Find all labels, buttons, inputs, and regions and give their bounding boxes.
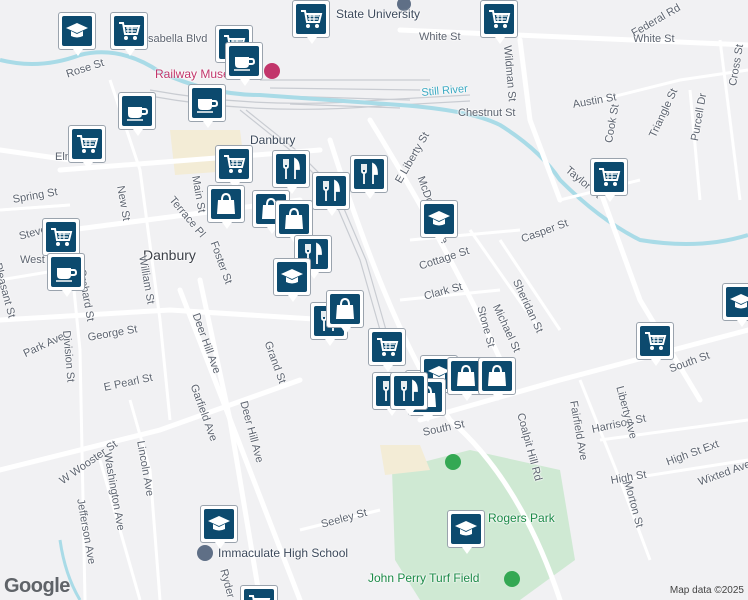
grocery-marker[interactable] bbox=[292, 0, 330, 44]
school-marker[interactable] bbox=[447, 510, 485, 554]
shopping-marker[interactable] bbox=[275, 200, 313, 244]
shopping-marker[interactable] bbox=[326, 290, 364, 334]
restaurant-icon bbox=[394, 376, 424, 406]
street-label: Chestnut St bbox=[458, 107, 516, 119]
grocery-marker[interactable] bbox=[590, 158, 628, 202]
shopping-icon bbox=[211, 189, 241, 219]
grocery-icon bbox=[244, 589, 274, 600]
cafe-marker[interactable] bbox=[225, 42, 263, 86]
shopping-icon bbox=[330, 294, 360, 324]
grocery-marker[interactable] bbox=[110, 12, 148, 56]
shopping-icon bbox=[279, 204, 309, 234]
map-attribution[interactable]: Map data ©2025 bbox=[670, 585, 744, 596]
shopping-marker[interactable] bbox=[207, 185, 245, 229]
school-icon bbox=[62, 16, 92, 46]
restaurant-icon bbox=[316, 176, 346, 206]
shopping-icon bbox=[482, 361, 512, 391]
grocery-icon bbox=[72, 129, 102, 159]
grocery-icon bbox=[484, 4, 514, 34]
school-icon bbox=[726, 287, 748, 317]
restaurant-marker[interactable] bbox=[350, 155, 388, 199]
school-icon bbox=[451, 514, 481, 544]
cafe-marker[interactable] bbox=[47, 253, 85, 297]
shopping-marker[interactable] bbox=[478, 357, 516, 401]
school-icon bbox=[424, 204, 454, 234]
cafe-icon bbox=[51, 257, 81, 287]
field-label: John Perry Turf Field bbox=[368, 571, 480, 585]
field-pin-icon bbox=[504, 571, 520, 587]
still-river bbox=[0, 50, 748, 246]
school-icon bbox=[277, 262, 307, 292]
restaurant-icon bbox=[276, 154, 306, 184]
grocery-marker[interactable] bbox=[368, 328, 406, 372]
university-label: State University bbox=[336, 7, 421, 21]
street-label: Isabella Blvd bbox=[145, 33, 208, 45]
grocery-icon bbox=[372, 332, 402, 362]
grocery-marker[interactable] bbox=[68, 125, 106, 169]
restaurant-icon bbox=[354, 159, 384, 189]
park-tree-icon bbox=[445, 454, 461, 470]
school-marker[interactable] bbox=[420, 200, 458, 244]
restaurant-marker[interactable] bbox=[312, 172, 350, 216]
school-marker[interactable] bbox=[200, 505, 238, 549]
cafe-marker[interactable] bbox=[118, 92, 156, 136]
city-label: Danbury bbox=[143, 247, 196, 263]
school-marker[interactable] bbox=[58, 12, 96, 56]
grocery-icon bbox=[114, 16, 144, 46]
grocery-icon bbox=[46, 222, 76, 252]
grocery-marker[interactable] bbox=[480, 0, 518, 44]
grocery-marker[interactable] bbox=[636, 322, 674, 366]
museum-pin-icon bbox=[264, 63, 280, 79]
school-pin-icon bbox=[197, 545, 213, 561]
grocery-marker[interactable] bbox=[240, 585, 278, 600]
school-icon bbox=[204, 509, 234, 539]
grocery-icon bbox=[219, 149, 249, 179]
grocery-icon bbox=[640, 326, 670, 356]
school-marker[interactable] bbox=[273, 258, 311, 302]
cafe-icon bbox=[122, 96, 152, 126]
grocery-marker[interactable] bbox=[215, 145, 253, 189]
school-marker[interactable] bbox=[722, 283, 748, 327]
grocery-marker[interactable] bbox=[42, 218, 80, 262]
street-label: White St bbox=[419, 31, 461, 43]
school-label: Immaculate High School bbox=[218, 546, 349, 560]
grocery-icon bbox=[594, 162, 624, 192]
restaurant-marker[interactable] bbox=[272, 150, 310, 194]
cafe-icon bbox=[192, 88, 222, 118]
cafe-marker[interactable] bbox=[188, 84, 226, 128]
grocery-icon bbox=[296, 4, 326, 34]
station-label: Danbury bbox=[250, 133, 296, 147]
cafe-icon bbox=[229, 46, 259, 76]
shopping-icon bbox=[451, 361, 481, 391]
map-canvas[interactable]: Danbury White St White St Rose St Isabel… bbox=[0, 0, 748, 600]
google-logo: Google bbox=[4, 575, 70, 597]
restaurant-marker[interactable] bbox=[390, 372, 428, 416]
park-label: Rogers Park bbox=[488, 511, 555, 525]
downtown-area bbox=[380, 445, 430, 475]
